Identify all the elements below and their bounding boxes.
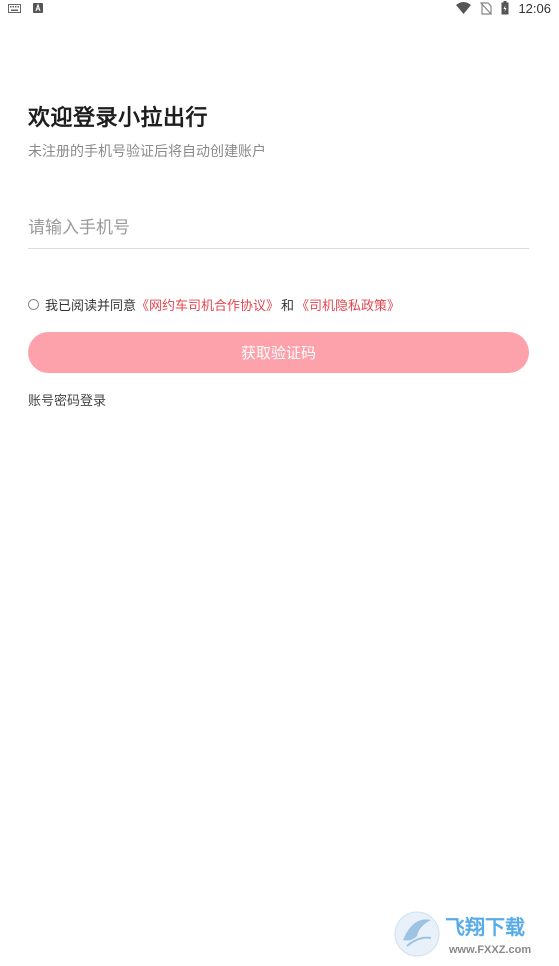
watermark-text: 飞翔下载	[445, 915, 525, 939]
privacy-policy-link[interactable]: 《司机隐私政策》	[296, 295, 400, 314]
battery-icon	[501, 1, 509, 15]
watermark-url: www.FXXZ.com	[448, 944, 531, 956]
status-bar: 12:06	[0, 0, 559, 16]
watermark: 飞翔下载 www.FXXZ.com	[393, 906, 553, 961]
no-sim-icon	[480, 1, 493, 15]
get-code-label: 获取验证码	[240, 344, 316, 362]
keyboard-icon	[8, 3, 21, 13]
page-title: 欢迎登录小拉出行	[28, 106, 209, 131]
wifi-icon	[456, 2, 472, 14]
status-time: 12:06	[518, 0, 551, 16]
agreement-radio[interactable]	[28, 299, 39, 310]
page-subtitle: 未注册的手机号验证后将自动创建账户	[28, 144, 266, 160]
status-right: 12:06	[456, 0, 551, 16]
password-login-link[interactable]: 账号密码登录	[28, 390, 106, 409]
phone-number-input[interactable]	[28, 208, 529, 249]
agreement-connector: 和	[281, 299, 295, 314]
agreement-row: 我已阅读并同意 《网约车司机合作协议》 和 《司机隐私政策》	[28, 295, 400, 314]
driver-agreement-link[interactable]: 《网约车司机合作协议》	[136, 295, 279, 314]
a-notification-icon	[33, 3, 43, 13]
get-code-button[interactable]: 获取验证码	[28, 332, 529, 373]
status-left	[8, 3, 43, 13]
agreement-prefix: 我已阅读并同意	[45, 299, 137, 314]
watermark-logo: 飞翔下载 www.FXXZ.com	[394, 911, 531, 957]
